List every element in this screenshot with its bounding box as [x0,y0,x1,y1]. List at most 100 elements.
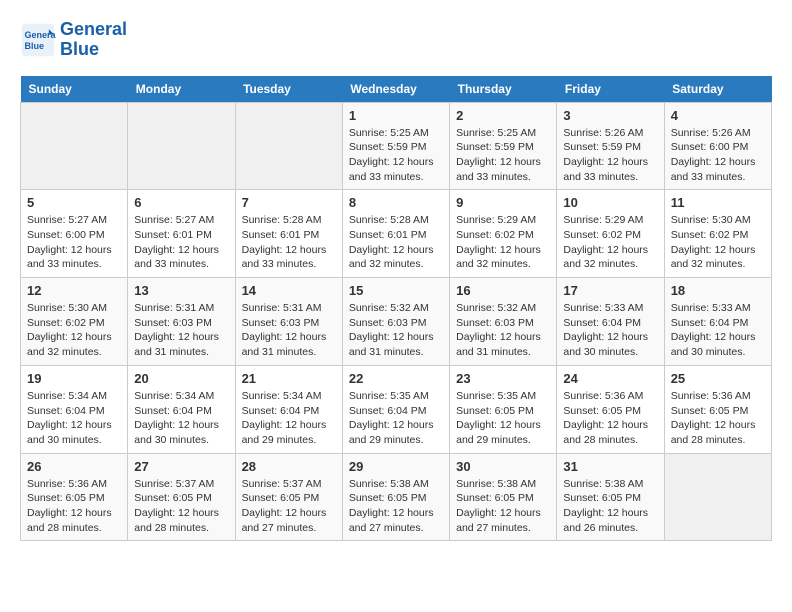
calendar-cell: 25 Sunrise: 5:36 AM Sunset: 6:05 PM Dayli… [664,365,771,453]
day-info: Sunrise: 5:32 AM Sunset: 6:03 PM Dayligh… [456,301,550,360]
calendar-cell: 27 Sunrise: 5:37 AM Sunset: 6:05 PM Dayli… [128,453,235,541]
calendar-cell: 29 Sunrise: 5:38 AM Sunset: 6:05 PM Dayli… [342,453,449,541]
calendar-cell: 5Sunrise: 5:27 AM Sunset: 6:00 PM Daylig… [21,190,128,278]
day-number: 23 [456,371,550,386]
day-info: Sunrise: 5:38 AM Sunset: 6:05 PM Dayligh… [563,477,657,536]
day-number: 28 [242,459,336,474]
day-number: 27 [134,459,228,474]
calendar-cell: 17 Sunrise: 5:33 AM Sunset: 6:04 PM Dayli… [557,278,664,366]
calendar-cell: 2 Sunrise: 5:25 AM Sunset: 5:59 PM Daylig… [450,102,557,190]
day-info: Sunrise: 5:31 AM Sunset: 6:03 PM Dayligh… [242,301,336,360]
day-info: Sunrise: 5:27 AM Sunset: 6:00 PM Dayligh… [27,213,121,272]
day-info: Sunrise: 5:31 AM Sunset: 6:03 PM Dayligh… [134,301,228,360]
day-info: Sunrise: 5:29 AM Sunset: 6:02 PM Dayligh… [563,213,657,272]
day-info: Sunrise: 5:37 AM Sunset: 6:05 PM Dayligh… [134,477,228,536]
calendar-cell: 28 Sunrise: 5:37 AM Sunset: 6:05 PM Dayli… [235,453,342,541]
day-info: Sunrise: 5:36 AM Sunset: 6:05 PM Dayligh… [671,389,765,448]
calendar-cell: 15 Sunrise: 5:32 AM Sunset: 6:03 PM Dayli… [342,278,449,366]
day-info: Sunrise: 5:27 AM Sunset: 6:01 PM Dayligh… [134,213,228,272]
day-number: 1 [349,108,443,123]
calendar-cell: 30 Sunrise: 5:38 AM Sunset: 6:05 PM Dayli… [450,453,557,541]
day-info: Sunrise: 5:35 AM Sunset: 6:05 PM Dayligh… [456,389,550,448]
svg-text:Blue: Blue [25,41,45,51]
day-info: Sunrise: 5:30 AM Sunset: 6:02 PM Dayligh… [671,213,765,272]
day-number: 19 [27,371,121,386]
calendar-cell: 24Sunrise: 5:36 AM Sunset: 6:05 PM Dayli… [557,365,664,453]
calendar-cell: 3Sunrise: 5:26 AM Sunset: 5:59 PM Daylig… [557,102,664,190]
day-number: 14 [242,283,336,298]
calendar-cell: 26 Sunrise: 5:36 AM Sunset: 6:05 PM Dayli… [21,453,128,541]
calendar-cell: 9 Sunrise: 5:29 AM Sunset: 6:02 PM Daylig… [450,190,557,278]
day-info: Sunrise: 5:28 AM Sunset: 6:01 PM Dayligh… [242,213,336,272]
calendar-cell [128,102,235,190]
calendar-cell: 12Sunrise: 5:30 AM Sunset: 6:02 PM Dayli… [21,278,128,366]
day-number: 25 [671,371,765,386]
logo-icon: General Blue [20,22,56,58]
day-number: 20 [134,371,228,386]
day-info: Sunrise: 5:26 AM Sunset: 5:59 PM Dayligh… [563,126,657,185]
day-info: Sunrise: 5:25 AM Sunset: 5:59 PM Dayligh… [456,126,550,185]
column-header-saturday: Saturday [664,76,771,103]
day-number: 11 [671,195,765,210]
day-number: 30 [456,459,550,474]
day-number: 29 [349,459,443,474]
day-number: 15 [349,283,443,298]
calendar-cell [21,102,128,190]
calendar-cell: 16 Sunrise: 5:32 AM Sunset: 6:03 PM Dayli… [450,278,557,366]
calendar-cell: 6Sunrise: 5:27 AM Sunset: 6:01 PM Daylig… [128,190,235,278]
column-header-tuesday: Tuesday [235,76,342,103]
day-number: 31 [563,459,657,474]
calendar-cell: 23 Sunrise: 5:35 AM Sunset: 6:05 PM Dayli… [450,365,557,453]
calendar-header-row: SundayMondayTuesdayWednesdayThursdayFrid… [21,76,772,103]
calendar-cell: 8 Sunrise: 5:28 AM Sunset: 6:01 PM Daylig… [342,190,449,278]
calendar-cell: 1 Sunrise: 5:25 AM Sunset: 5:59 PM Daylig… [342,102,449,190]
calendar-cell: 13Sunrise: 5:31 AM Sunset: 6:03 PM Dayli… [128,278,235,366]
calendar-cell: 10Sunrise: 5:29 AM Sunset: 6:02 PM Dayli… [557,190,664,278]
column-header-wednesday: Wednesday [342,76,449,103]
day-number: 4 [671,108,765,123]
day-info: Sunrise: 5:28 AM Sunset: 6:01 PM Dayligh… [349,213,443,272]
calendar-week-row: 5Sunrise: 5:27 AM Sunset: 6:00 PM Daylig… [21,190,772,278]
day-info: Sunrise: 5:34 AM Sunset: 6:04 PM Dayligh… [27,389,121,448]
day-number: 24 [563,371,657,386]
day-info: Sunrise: 5:36 AM Sunset: 6:05 PM Dayligh… [27,477,121,536]
day-number: 26 [27,459,121,474]
calendar-cell: 22 Sunrise: 5:35 AM Sunset: 6:04 PM Dayli… [342,365,449,453]
day-info: Sunrise: 5:35 AM Sunset: 6:04 PM Dayligh… [349,389,443,448]
calendar-week-row: 1 Sunrise: 5:25 AM Sunset: 5:59 PM Daylig… [21,102,772,190]
calendar-week-row: 12Sunrise: 5:30 AM Sunset: 6:02 PM Dayli… [21,278,772,366]
day-info: Sunrise: 5:33 AM Sunset: 6:04 PM Dayligh… [671,301,765,360]
day-number: 2 [456,108,550,123]
column-header-sunday: Sunday [21,76,128,103]
column-header-thursday: Thursday [450,76,557,103]
day-info: Sunrise: 5:30 AM Sunset: 6:02 PM Dayligh… [27,301,121,360]
calendar-cell: 31 Sunrise: 5:38 AM Sunset: 6:05 PM Dayli… [557,453,664,541]
day-number: 21 [242,371,336,386]
calendar-cell [664,453,771,541]
day-info: Sunrise: 5:29 AM Sunset: 6:02 PM Dayligh… [456,213,550,272]
day-info: Sunrise: 5:25 AM Sunset: 5:59 PM Dayligh… [349,126,443,185]
calendar-cell: 20 Sunrise: 5:34 AM Sunset: 6:04 PM Dayli… [128,365,235,453]
day-number: 7 [242,195,336,210]
day-number: 17 [563,283,657,298]
day-number: 18 [671,283,765,298]
calendar-cell: 21Sunrise: 5:34 AM Sunset: 6:04 PM Dayli… [235,365,342,453]
day-number: 9 [456,195,550,210]
day-info: Sunrise: 5:37 AM Sunset: 6:05 PM Dayligh… [242,477,336,536]
day-info: Sunrise: 5:34 AM Sunset: 6:04 PM Dayligh… [134,389,228,448]
calendar-week-row: 19 Sunrise: 5:34 AM Sunset: 6:04 PM Dayli… [21,365,772,453]
day-number: 16 [456,283,550,298]
column-header-friday: Friday [557,76,664,103]
day-info: Sunrise: 5:38 AM Sunset: 6:05 PM Dayligh… [456,477,550,536]
calendar-cell: 14 Sunrise: 5:31 AM Sunset: 6:03 PM Dayli… [235,278,342,366]
day-info: Sunrise: 5:38 AM Sunset: 6:05 PM Dayligh… [349,477,443,536]
logo-text: GeneralBlue [60,20,127,60]
calendar-cell: 7 Sunrise: 5:28 AM Sunset: 6:01 PM Daylig… [235,190,342,278]
column-header-monday: Monday [128,76,235,103]
day-number: 8 [349,195,443,210]
calendar-cell: 11 Sunrise: 5:30 AM Sunset: 6:02 PM Dayli… [664,190,771,278]
day-info: Sunrise: 5:33 AM Sunset: 6:04 PM Dayligh… [563,301,657,360]
day-info: Sunrise: 5:32 AM Sunset: 6:03 PM Dayligh… [349,301,443,360]
day-number: 22 [349,371,443,386]
calendar-week-row: 26 Sunrise: 5:36 AM Sunset: 6:05 PM Dayli… [21,453,772,541]
